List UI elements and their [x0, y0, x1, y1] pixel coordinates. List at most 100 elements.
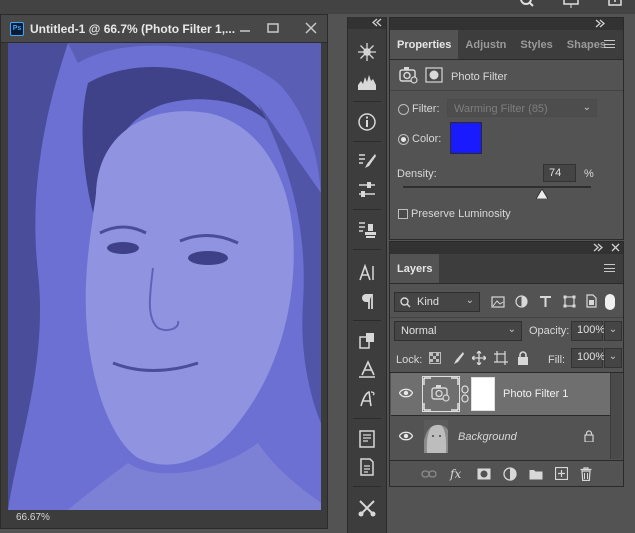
fx-icon[interactable]: fx	[449, 467, 465, 481]
document-window: Ps Untitled-1 @ 66.7% (Photo Filter 1,..…	[0, 14, 328, 529]
folder-icon[interactable]	[529, 468, 543, 480]
layer-row[interactable]: Background	[391, 416, 610, 458]
filter-toggle[interactable]	[605, 294, 615, 310]
collapse-right-icon[interactable]	[594, 19, 606, 28]
new-layer-icon[interactable]	[555, 467, 568, 480]
blend-mode-select[interactable]: Normal ⌄	[394, 321, 522, 341]
color-label: Color:	[412, 133, 442, 145]
kind-filter-value: Kind	[417, 296, 440, 308]
minimize-icon[interactable]	[237, 21, 253, 35]
layer-mask-thumbnail[interactable]	[471, 377, 495, 411]
tool-presets-icon[interactable]	[354, 495, 380, 521]
lock-all-icon[interactable]	[517, 351, 529, 365]
trash-icon[interactable]	[580, 466, 592, 481]
density-unit: %	[584, 168, 594, 180]
link-icon[interactable]	[421, 469, 437, 479]
paragraph-icon[interactable]	[354, 288, 380, 314]
opacity-label: Opacity:	[529, 325, 570, 337]
svg-text:fx: fx	[449, 467, 461, 481]
layers-header	[390, 242, 623, 254]
color-swatch[interactable]	[450, 122, 482, 154]
chevron-down-icon: ⌄	[507, 324, 516, 335]
add-mask-icon[interactable]	[477, 468, 491, 480]
opacity-chevron-icon[interactable]: ⌄	[604, 321, 622, 341]
layers-tab-bar: Layers	[390, 254, 623, 284]
properties-tab-bar: Properties Adjustn Styles Shapes	[390, 30, 623, 60]
layers-menu-icon[interactable]	[604, 264, 615, 272]
fill-input[interactable]: 100%	[571, 348, 605, 368]
lock-artboard-icon[interactable]	[494, 351, 508, 365]
character-styles-icon[interactable]	[354, 386, 380, 412]
filter-shape-icon[interactable]	[563, 295, 576, 308]
eye-icon[interactable]	[399, 387, 413, 399]
filter-type-icon[interactable]	[539, 295, 552, 308]
photo-filter-icon	[399, 67, 418, 84]
photoshop-icon: Ps	[10, 21, 24, 36]
info-icon[interactable]	[354, 109, 380, 135]
layers-scrollbar[interactable]	[610, 373, 622, 459]
eye-icon[interactable]	[399, 430, 413, 442]
lock-icon[interactable]	[584, 430, 594, 442]
adjustment-name: Photo Filter	[451, 71, 508, 83]
layer-row[interactable]: Photo Filter 1	[391, 373, 610, 415]
glyphs-icon[interactable]	[354, 328, 380, 354]
layer-mask-icon[interactable]	[425, 67, 443, 83]
kind-filter-select[interactable]: Kind ⌄	[394, 292, 480, 312]
lock-position-icon[interactable]	[472, 351, 486, 365]
workspace-icon[interactable]	[563, 0, 579, 10]
photo-filter-icon	[423, 377, 459, 411]
paragraph-styles-icon[interactable]	[354, 356, 380, 382]
share-icon[interactable]	[607, 0, 623, 10]
chain-link-icon[interactable]	[461, 385, 469, 403]
tab-layers[interactable]: Layers	[390, 254, 440, 283]
new-adjustment-icon[interactable]	[503, 466, 517, 481]
properties-header	[390, 18, 623, 30]
layers-bottom-bar: fx	[390, 460, 623, 486]
close-icon[interactable]	[303, 21, 319, 35]
background-thumbnail[interactable]	[424, 420, 448, 453]
clone-source-icon[interactable]	[354, 217, 380, 243]
filter-select-value: Warming Filter (85)	[454, 103, 548, 115]
layer-name[interactable]: Background	[458, 431, 517, 443]
color-radio[interactable]	[398, 134, 409, 145]
tab-adjustments[interactable]: Adjustn	[458, 30, 513, 59]
notes-icon[interactable]	[354, 426, 380, 452]
lock-transparent-icon[interactable]	[429, 352, 441, 364]
portrait-image	[8, 43, 321, 510]
tab-styles[interactable]: Styles	[513, 30, 559, 59]
tab-properties[interactable]: Properties	[390, 30, 459, 59]
brush-settings-icon[interactable]	[354, 149, 380, 175]
lock-pixels-icon[interactable]	[451, 351, 464, 365]
filter-adjustment-icon[interactable]	[515, 295, 528, 308]
histogram-icon[interactable]	[354, 69, 380, 95]
opacity-input[interactable]: 100%	[571, 321, 605, 341]
adjustments-icon[interactable]	[354, 177, 380, 203]
chevron-down-icon: ⌄	[582, 102, 591, 113]
document-title-bar: Ps Untitled-1 @ 66.7% (Photo Filter 1,..…	[1, 15, 327, 43]
chevron-down-icon: ⌄	[465, 295, 474, 306]
density-input[interactable]: 74	[543, 164, 576, 182]
collapse-icon[interactable]	[371, 18, 383, 27]
collapse-right-icon[interactable]	[592, 243, 604, 252]
layer-name[interactable]: Photo Filter 1	[503, 388, 568, 400]
layer-thumbnail[interactable]	[422, 376, 460, 412]
preserve-luminosity-label: Preserve Luminosity	[411, 208, 511, 220]
filter-select[interactable]: Warming Filter (85) ⌄	[447, 99, 597, 117]
character-icon[interactable]	[354, 260, 380, 286]
document-canvas[interactable]	[8, 43, 321, 510]
density-slider-thumb[interactable]	[536, 189, 549, 199]
preserve-luminosity-checkbox[interactable]	[398, 209, 408, 219]
three-d-icon[interactable]	[354, 39, 380, 65]
maximize-icon[interactable]	[265, 21, 281, 35]
density-slider-track[interactable]	[403, 186, 591, 188]
search-icon[interactable]	[519, 0, 535, 10]
filter-pixel-icon[interactable]	[491, 296, 505, 308]
filter-radio[interactable]	[398, 104, 409, 115]
tool-strip	[347, 17, 387, 533]
filter-smart-object-icon[interactable]	[585, 294, 597, 308]
close-panel-icon[interactable]	[611, 243, 620, 252]
document-icon[interactable]	[354, 454, 380, 480]
filter-label: Filter:	[412, 103, 440, 115]
fill-chevron-icon[interactable]: ⌄	[604, 348, 622, 368]
properties-menu-icon[interactable]	[604, 40, 615, 48]
